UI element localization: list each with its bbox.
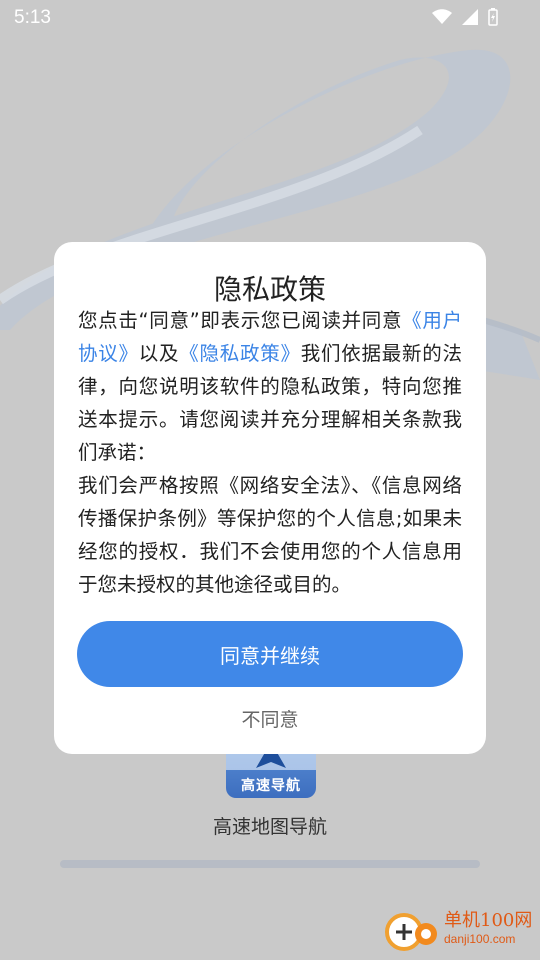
app-logo-label: 高速导航 xyxy=(241,778,301,794)
privacy-policy-dialog: 隐私政策 您点击“同意”即表示您已阅读并同意《用户协议》以及《隐私政策》我们依据… xyxy=(54,242,486,754)
dialog-title: 隐私政策 xyxy=(213,273,326,306)
watermark-logo-icon xyxy=(385,913,437,951)
watermark-text-cn: 单机100网 xyxy=(444,910,533,931)
body-intro-text: 您点击“同意”即表示您已阅读并同意 xyxy=(78,309,403,332)
site-watermark: 单机100网 danji100.com xyxy=(384,904,534,956)
dialog-body: 您点击“同意”即表示您已阅读并同意《用户协议》以及《隐私政策》我们依据最新的法律… xyxy=(78,304,462,601)
battery-charging-icon xyxy=(488,8,498,26)
status-bar: 5:13 xyxy=(0,0,540,36)
privacy-policy-link[interactable]: 《隐私政策》 xyxy=(179,342,300,365)
disagree-button[interactable]: 不同意 xyxy=(54,702,486,738)
status-time: 5:13 xyxy=(14,7,51,28)
app-name: 高速地图导航 xyxy=(212,816,327,838)
loading-progress-track xyxy=(60,860,480,868)
signal-icon xyxy=(462,9,478,25)
wifi-icon xyxy=(432,9,452,24)
body-commitment-text: 我们会严格按照《网络安全法》、《信息网络传播保护条例》等保护您的个人信息;如果未… xyxy=(78,474,462,596)
agree-continue-button[interactable]: 同意并继续 xyxy=(77,621,463,687)
body-and-text: 以及 xyxy=(138,342,180,365)
watermark-text-en: danji100.com xyxy=(444,932,516,946)
